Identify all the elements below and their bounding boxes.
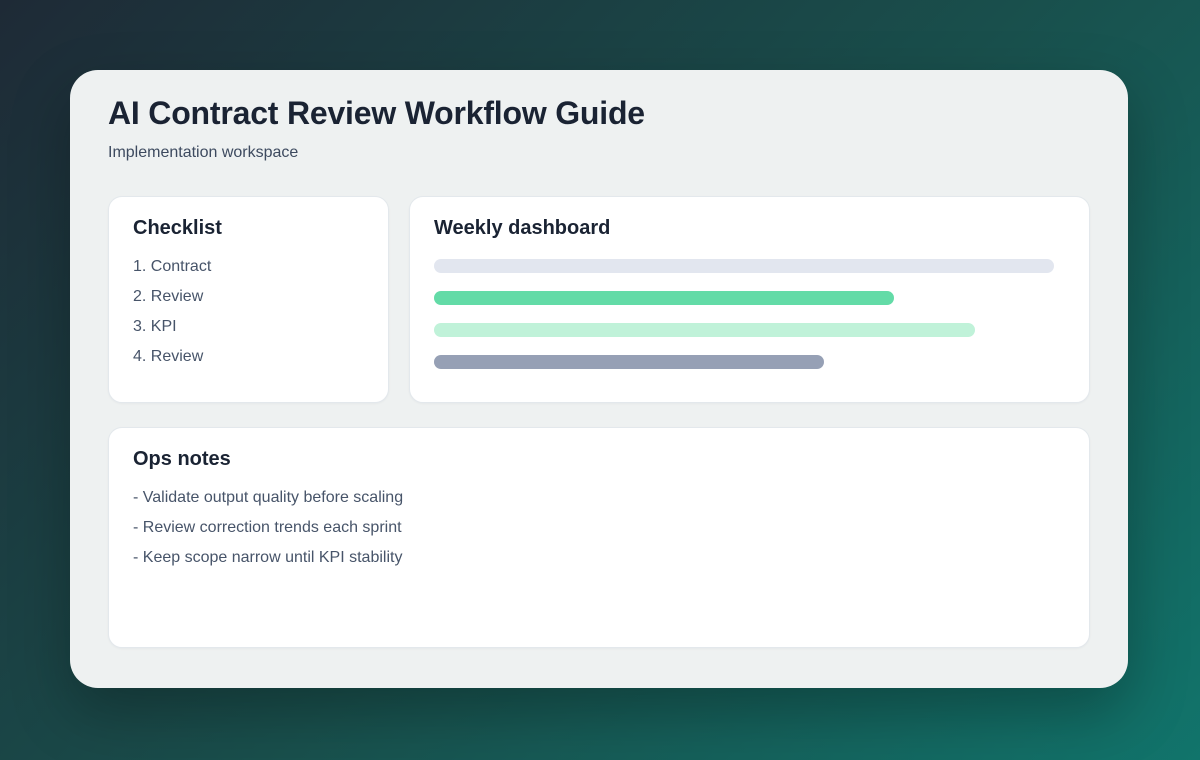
checklist-item: 2. Review xyxy=(133,288,204,306)
weekly-dashboard-panel: Weekly dashboard xyxy=(409,196,1090,404)
checklist-item: 4. Review xyxy=(133,348,204,366)
checklist-panel: Checklist 1. Contract 2. Review 3. KPI 4… xyxy=(108,196,389,404)
ops-note: - Review correction trends each sprint xyxy=(133,519,402,537)
ops-note: - Keep scope narrow until KPI stability xyxy=(133,549,403,567)
ops-note: - Validate output quality before scaling xyxy=(133,489,404,507)
workspace-card: AI Contract Review Workflow Guide Implem… xyxy=(70,70,1128,688)
checklist-item: 1. Contract xyxy=(133,258,212,276)
ops-notes-heading: Ops notes xyxy=(133,448,231,471)
skeleton-bar-1 xyxy=(434,259,1054,274)
skeleton-bar-2 xyxy=(434,291,894,306)
page-subtitle: Implementation workspace xyxy=(108,144,299,162)
skeleton-bar-4 xyxy=(434,355,824,370)
top-panels-row: Checklist 1. Contract 2. Review 3. KPI 4… xyxy=(108,196,1090,404)
checklist-item: 3. KPI xyxy=(133,318,177,336)
weekly-dashboard-heading: Weekly dashboard xyxy=(434,217,611,240)
skeleton-bar-3 xyxy=(434,323,975,338)
ops-notes-panel: Ops notes - Validate output quality befo… xyxy=(108,427,1090,649)
checklist-items: 1. Contract 2. Review 3. KPI 4. Review xyxy=(133,252,364,372)
ops-notes-list: - Validate output quality before scaling… xyxy=(133,483,1065,573)
checklist-heading: Checklist xyxy=(133,217,222,240)
dashboard-bars xyxy=(434,259,1065,370)
page-title: AI Contract Review Workflow Guide xyxy=(108,95,645,131)
